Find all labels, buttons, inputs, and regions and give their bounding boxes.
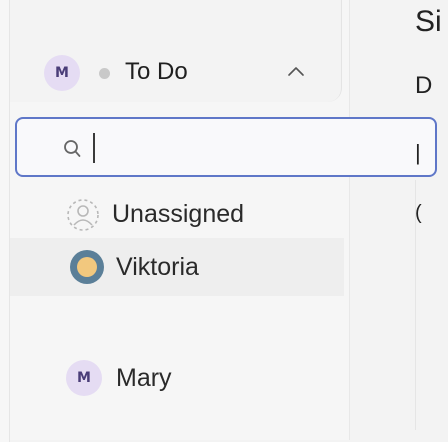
- header-avatar[interactable]: M: [44, 55, 80, 91]
- viktoria-avatar: [70, 250, 104, 284]
- option-unassigned[interactable]: Unassigned: [10, 185, 344, 243]
- option-label: Viktoria: [116, 252, 199, 281]
- unassigned-user-icon: [67, 199, 99, 231]
- mary-avatar: M: [66, 360, 102, 396]
- status-title: To Do: [125, 58, 188, 85]
- search-icon: [64, 140, 81, 157]
- option-mary[interactable]: Mary: [10, 349, 344, 407]
- option-viktoria[interactable]: Viktoria: [10, 238, 344, 296]
- option-label: Mary: [116, 363, 172, 392]
- status-dot-icon: [99, 68, 110, 79]
- right-panel-clipped: Si D | (: [415, 0, 448, 442]
- right-panel-text: D: [415, 72, 433, 99]
- right-panel-text: (: [415, 202, 422, 224]
- left-sidebar-edge: [0, 0, 10, 442]
- option-label: Unassigned: [112, 199, 245, 228]
- right-panel-text: |: [415, 140, 421, 165]
- right-panel-text: Si: [415, 5, 442, 38]
- chevron-up-icon[interactable]: [286, 65, 306, 77]
- text-caret: [93, 133, 95, 163]
